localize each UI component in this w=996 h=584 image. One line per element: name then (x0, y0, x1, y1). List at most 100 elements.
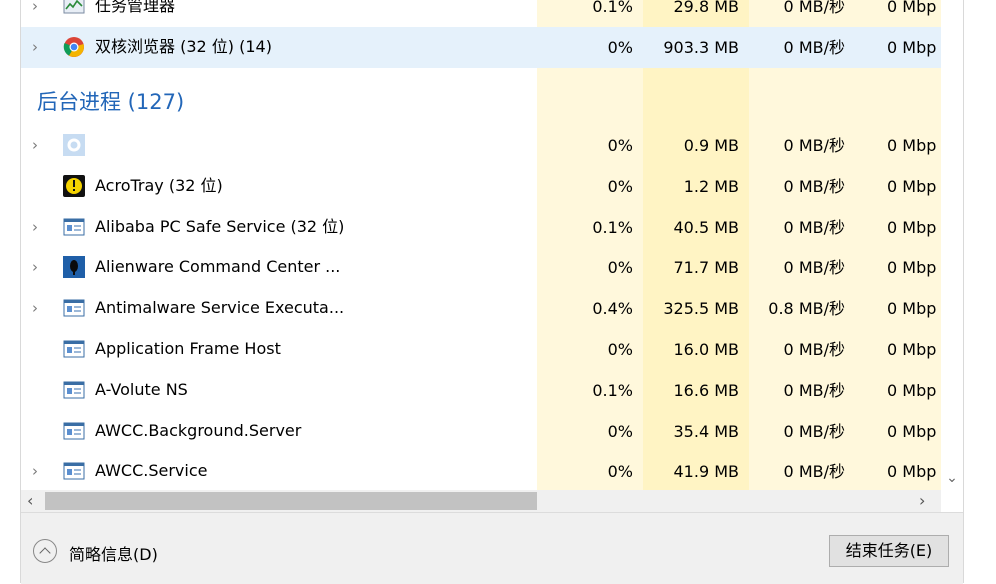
scroll-left-icon[interactable]: ‹ (27, 491, 33, 510)
cpu-value: 0% (607, 258, 633, 278)
table-row[interactable]: AcroTray (32 位) 0% 1.2 MB 0 MB/秒 0 Mbp (21, 166, 941, 207)
acrotray-icon (63, 174, 85, 197)
task-manager-icon (63, 0, 85, 17)
memory-value: 16.6 MB (673, 380, 740, 400)
scroll-right-icon[interactable]: › (919, 491, 925, 510)
network-value: 0 Mbp (887, 136, 937, 155)
table-row[interactable]: › AWCC.Service 0% 41.9 MB 0 MB/秒 0 Mbp (21, 451, 941, 490)
browser-icon (63, 36, 85, 58)
vertical-scrollbar[interactable]: ⌄ (941, 0, 963, 490)
cpu-value: 0% (607, 462, 633, 482)
process-name-cell: › 双核浏览器 (32 位) (14) (21, 27, 537, 68)
process-name: A-Volute NS (95, 379, 188, 399)
disk-value: 0 MB/秒 (783, 176, 845, 196)
table-row[interactable]: A-Volute NS 0.1% 16.6 MB 0 MB/秒 0 Mbp (21, 370, 941, 411)
table-row[interactable]: › Alienware Command Center ... 0% 71.7 MB 0 … (21, 247, 941, 288)
cpu-value: 0.4% (592, 299, 633, 319)
horizontal-scroll-thumb[interactable] (45, 492, 537, 510)
chevron-right-icon[interactable]: › (32, 0, 46, 14)
scroll-down-icon[interactable]: ⌄ (943, 470, 961, 486)
memory-value: 40.5 MB (673, 217, 740, 237)
table-row[interactable]: › 0% 0.9 MB 0 MB/秒 0 Mbp (21, 125, 941, 166)
disk-value: 0 MB/秒 (783, 421, 845, 441)
network-value: 0 Mbp (887, 217, 937, 237)
process-name-cell: › Antimalware Service Executa... (21, 288, 537, 329)
alienware-icon (63, 256, 85, 279)
process-name: AWCC.Background.Server (95, 420, 302, 440)
disk-value: 0 MB/秒 (783, 380, 845, 400)
memory-value: 903.3 MB (643, 27, 749, 68)
disk-value: 0 MB/秒 (783, 462, 845, 482)
window-app-icon (63, 460, 85, 482)
network-value: 0 Mbp (887, 380, 937, 400)
table-row[interactable]: › Antimalware Service Executa... 0.4% 325.5… (21, 288, 941, 329)
cpu-value: 0.1% (592, 380, 633, 400)
process-name-cell: › Alienware Command Center ... (21, 247, 537, 288)
chevron-right-icon[interactable]: › (32, 39, 46, 55)
less-details-link[interactable]: 简略信息(D) (69, 541, 158, 565)
process-name-cell: › 任务管理器 (21, 0, 537, 27)
chevron-right-icon[interactable]: › (32, 137, 46, 153)
memory-value: 35.4 MB (673, 421, 740, 441)
network-value: 0 Mbp (887, 462, 937, 482)
window-app-icon (63, 379, 85, 401)
cpu-value: 0% (537, 27, 643, 68)
table-row[interactable]: AWCC.Background.Server 0% 35.4 MB 0 MB/秒 0 M… (21, 411, 941, 452)
chevron-right-icon[interactable]: › (32, 463, 46, 479)
network-value: 0 Mbp (887, 421, 937, 441)
memory-value: 71.7 MB (673, 258, 740, 278)
window-app-icon (63, 216, 85, 238)
window-app-icon (63, 297, 85, 319)
disk-value: 0.8 MB/秒 (768, 299, 845, 319)
gear-app-icon (63, 134, 85, 156)
horizontal-scrollbar[interactable]: ‹ › (21, 490, 941, 512)
process-name: Alibaba PC Safe Service (32 位) (95, 216, 345, 236)
memory-value: 1.2 MB (683, 176, 739, 196)
table-row[interactable]: › Alibaba PC Safe Service (32 位) 0.1% 40.5 … (21, 207, 941, 248)
memory-value: 41.9 MB (673, 462, 740, 482)
chevron-right-icon[interactable]: › (32, 219, 46, 235)
memory-value: 16.0 MB (673, 340, 740, 359)
process-name-cell: AcroTray (32 位) (21, 166, 537, 207)
cpu-value: 0% (607, 340, 633, 359)
end-task-button[interactable]: 结束任务(E) (829, 535, 949, 567)
group-title: 后台进程 (127) (37, 90, 185, 114)
disk-value: 0 MB/秒 (783, 217, 845, 237)
disk-value: 0 MB/秒 (749, 27, 855, 68)
cpu-value: 0.1% (592, 217, 633, 237)
chevron-right-icon[interactable]: › (32, 259, 46, 275)
window-app-icon (63, 338, 85, 360)
disk-value: 0 MB/秒 (783, 136, 845, 155)
disk-value: 0 MB/秒 (783, 340, 845, 359)
process-name-cell: Application Frame Host (21, 329, 537, 370)
process-name: AWCC.Service (95, 461, 208, 481)
chevron-up-circle-icon[interactable] (33, 539, 57, 563)
cpu-value: 0% (607, 176, 633, 196)
table-row[interactable]: › 双核浏览器 (32 位) (14) 0% 903.3 MB 0 MB/秒 0 Mbp (21, 27, 941, 68)
network-value: 0 Mbp (887, 176, 937, 196)
process-name: AcroTray (32 位) (95, 175, 223, 195)
process-grid: › 任务管理器 0.1% 29.8 MB 0 MB/秒 0 Mbp › 双核浏览器 (32 位… (21, 0, 963, 490)
chevron-right-icon[interactable]: › (32, 300, 46, 316)
network-value: 0 Mbp (887, 258, 937, 278)
task-manager-window: › 任务管理器 0.1% 29.8 MB 0 MB/秒 0 Mbp › 双核浏览器 (32 位… (20, 0, 964, 584)
cpu-value: 0.1% (592, 0, 633, 16)
process-name: 双核浏览器 (32 位) (14) (95, 37, 272, 56)
process-name-cell: › AWCC.Service (21, 451, 537, 490)
process-name-cell: › (21, 125, 537, 166)
background-processes-group: 后台进程 (127) (21, 68, 941, 130)
process-name: Antimalware Service Executa... (95, 298, 345, 318)
process-name: Alienware Command Center ... (95, 257, 341, 277)
network-value: 0 Mbp (887, 340, 937, 359)
network-value: 0 Mbp (887, 0, 937, 16)
window-app-icon (63, 420, 85, 442)
memory-value: 0.9 MB (683, 136, 739, 155)
cpu-value: 0% (607, 136, 633, 155)
table-row[interactable]: Application Frame Host 0% 16.0 MB 0 MB/秒 0 M… (21, 329, 941, 370)
process-name-cell: AWCC.Background.Server (21, 411, 537, 452)
footer-bar: 简略信息(D) 结束任务(E) (21, 512, 963, 584)
table-row[interactable]: › 任务管理器 0.1% 29.8 MB 0 MB/秒 0 Mbp (21, 0, 941, 27)
network-value: 0 Mbp (887, 299, 937, 319)
process-name: Application Frame Host (95, 339, 281, 358)
disk-value: 0 MB/秒 (783, 0, 845, 16)
